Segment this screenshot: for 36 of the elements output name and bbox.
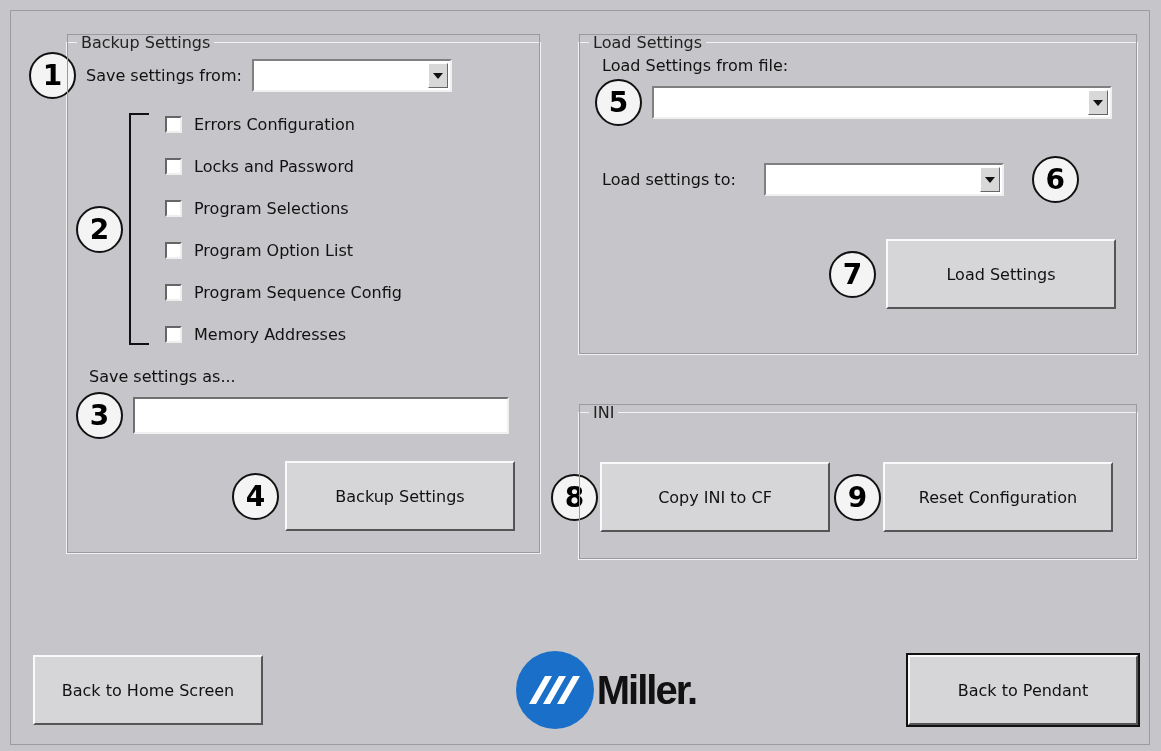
callout-number: 9 <box>834 473 881 521</box>
logo-text: Miller. <box>596 667 697 713</box>
dropdown-field[interactable] <box>763 163 1004 196</box>
group-title: INI <box>592 403 616 422</box>
action-button[interactable]: Reset Configuration <box>883 462 1113 532</box>
callout-number: 5 <box>595 79 642 126</box>
callout-number: 2 <box>76 205 123 253</box>
load-settings-button[interactable]: Load Settings <box>886 239 1116 309</box>
callout-number: 7 <box>829 250 876 298</box>
checkbox-option[interactable]: Program Sequence Config <box>165 282 402 302</box>
back-to-pendant-button[interactable]: Back to Pendant <box>908 655 1138 725</box>
callout-number: 4 <box>232 472 279 520</box>
callout-number: 1 <box>29 52 76 99</box>
filename-input[interactable] <box>133 397 509 434</box>
group-title: Load Settings <box>592 33 704 52</box>
dropdown-arrow-icon <box>984 176 995 183</box>
checkbox-option[interactable]: Errors Configuration <box>165 114 402 134</box>
dropdown-arrow-icon <box>1093 99 1103 106</box>
group-title: Backup Settings <box>80 33 212 52</box>
dropdown-field[interactable] <box>652 86 1112 119</box>
field-label: Load Settings from file: <box>602 56 790 75</box>
field-label: Load settings to: <box>602 170 736 189</box>
checkbox-option[interactable]: Memory Addresses <box>165 324 402 344</box>
callout-number: 3 <box>76 392 123 439</box>
checkbox-option[interactable]: Locks and Password <box>165 156 402 176</box>
logo-icon <box>514 650 595 730</box>
checkbox-option[interactable]: Program Option List <box>165 240 402 260</box>
back-to-home-button[interactable]: Back to Home Screen <box>33 655 263 725</box>
checkbox-option[interactable]: Program Selections <box>165 198 402 218</box>
dropdown-field[interactable] <box>251 59 452 92</box>
callout-number: 6 <box>1031 156 1079 203</box>
field-label: Save settings as... <box>89 367 237 386</box>
backup-settings-button[interactable]: Backup Settings <box>285 461 515 531</box>
field-label: Save settings from: <box>86 66 242 85</box>
action-button[interactable]: Copy INI to CF <box>600 462 830 532</box>
dropdown-arrow-icon <box>432 72 443 79</box>
